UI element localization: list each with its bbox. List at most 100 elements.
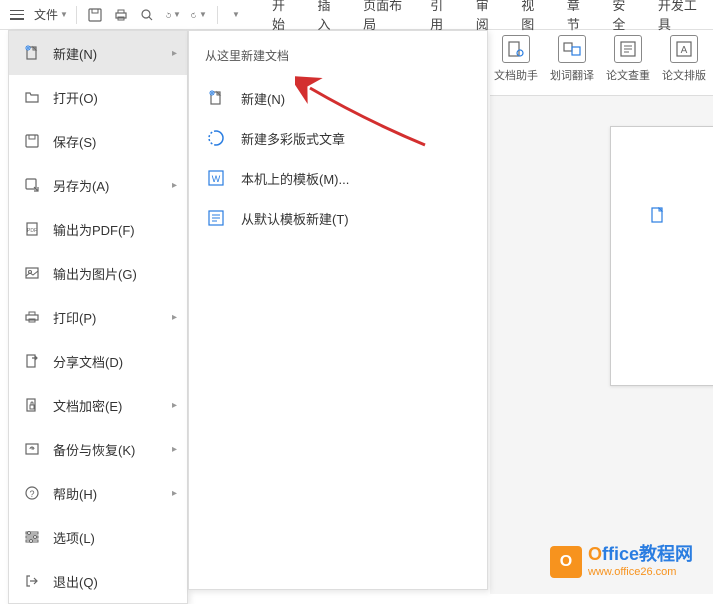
share-icon xyxy=(23,352,41,370)
menu-item-label: 分享文档(D) xyxy=(53,352,123,371)
hamburger-icon xyxy=(10,10,24,20)
svg-text:PDF: PDF xyxy=(27,228,37,234)
menu-item-new[interactable]: 新建(N) ▸ xyxy=(9,31,187,75)
encrypt-icon xyxy=(23,396,41,414)
submenu-item-new[interactable]: 新建(N) xyxy=(189,78,487,118)
menu-toggle[interactable] xyxy=(4,6,30,24)
tool-label: 论文排版 xyxy=(662,67,706,83)
template-icon: W xyxy=(205,167,227,189)
menu-item-share[interactable]: 分享文档(D) xyxy=(9,339,187,383)
redo-icon[interactable]: ▼ xyxy=(191,7,207,23)
menu-item-backup[interactable]: 备份与恢复(K) ▸ xyxy=(9,427,187,471)
save-icon[interactable] xyxy=(87,7,103,23)
svg-text:A: A xyxy=(681,45,688,56)
menu-item-label: 输出为PDF(F) xyxy=(53,220,135,239)
backup-icon xyxy=(23,440,41,458)
menu-item-label: 帮助(H) xyxy=(53,484,97,503)
help-icon: ? xyxy=(23,484,41,502)
format-icon: A xyxy=(670,35,698,63)
submenu-title: 从这里新建文档 xyxy=(189,41,487,78)
menu-item-print[interactable]: 打印(P) ▸ xyxy=(9,295,187,339)
menu-item-label: 另存为(A) xyxy=(53,176,109,195)
tool-label: 划词翻译 xyxy=(550,67,594,83)
new-submenu: 从这里新建文档 新建(N) 新建多彩版式文章 W 本机上的模板(M)... 从默认模板新… xyxy=(188,30,488,590)
chevron-down-icon: ▼ xyxy=(60,10,68,19)
chevron-down-icon: ▼ xyxy=(199,10,207,19)
preview-icon[interactable] xyxy=(139,7,155,23)
print-icon[interactable] xyxy=(113,7,129,23)
submenu-item-label: 新建多彩版式文章 xyxy=(241,129,345,148)
chevron-down-icon: ▼ xyxy=(173,10,181,19)
chevron-right-icon: ▸ xyxy=(172,180,177,191)
saveas-icon xyxy=(23,176,41,194)
overflow-icon[interactable]: ▼ xyxy=(228,7,244,23)
submenu-item-label: 新建(N) xyxy=(241,89,285,108)
document-area xyxy=(490,95,713,594)
watermark-url: www.office26.com xyxy=(588,566,693,579)
image-icon xyxy=(23,264,41,282)
submenu-item-label: 从默认模板新建(T) xyxy=(241,209,349,228)
menu-item-save[interactable]: 保存(S) xyxy=(9,119,187,163)
divider xyxy=(76,6,77,24)
chevron-right-icon: ▸ xyxy=(172,488,177,499)
watermark: O Office教程网 www.office26.com xyxy=(550,544,693,579)
tab-view[interactable]: 视图 xyxy=(519,0,545,39)
menu-item-label: 文档加密(E) xyxy=(53,396,122,415)
tool-doc-assistant[interactable]: 文档助手 xyxy=(492,35,540,83)
menu-item-help[interactable]: ? 帮助(H) ▸ xyxy=(9,471,187,515)
tool-label: 论文查重 xyxy=(606,67,650,83)
tool-check[interactable]: 论文查重 xyxy=(604,35,652,83)
chevron-right-icon: ▸ xyxy=(172,312,177,323)
pdf-icon: PDF xyxy=(23,220,41,238)
menu-item-label: 退出(Q) xyxy=(53,572,98,591)
menu-item-label: 保存(S) xyxy=(53,132,96,151)
menu-item-open[interactable]: 打开(O) xyxy=(9,75,187,119)
chevron-right-icon: ▸ xyxy=(172,400,177,411)
tab-security[interactable]: 安全 xyxy=(610,0,636,39)
svg-text:?: ? xyxy=(29,489,34,499)
file-menu: 新建(N) ▸ 打开(O) 保存(S) 另存为(A) ▸ PDF 输出为PDF(F) 输出为图片… xyxy=(8,30,188,604)
chevron-right-icon: ▸ xyxy=(172,48,177,59)
translate-icon xyxy=(558,35,586,63)
menu-item-label: 选项(L) xyxy=(53,528,95,547)
menu-item-label: 打印(P) xyxy=(53,308,96,327)
print-icon xyxy=(23,308,41,326)
ribbon-tools: 文档助手 划词翻译 论文查重 A 论文排版 xyxy=(492,35,708,83)
svg-text:W: W xyxy=(212,174,221,184)
menu-item-options[interactable]: 选项(L) xyxy=(9,515,187,559)
tool-format[interactable]: A 论文排版 xyxy=(660,35,708,83)
new-icon xyxy=(23,44,41,62)
watermark-title: Office教程网 xyxy=(588,544,693,566)
tab-developer[interactable]: 开发工具 xyxy=(656,0,703,39)
default-template-icon xyxy=(205,207,227,229)
menu-item-encrypt[interactable]: 文档加密(E) ▸ xyxy=(9,383,187,427)
chevron-right-icon: ▸ xyxy=(172,444,177,455)
menu-item-label: 新建(N) xyxy=(53,44,97,63)
file-menu-button[interactable]: 文件 ▼ xyxy=(32,2,70,27)
menu-item-exit[interactable]: 退出(Q) xyxy=(9,559,187,603)
chevron-down-icon: ▼ xyxy=(232,10,240,19)
submenu-item-template[interactable]: W 本机上的模板(M)... xyxy=(189,158,487,198)
menu-item-label: 备份与恢复(K) xyxy=(53,440,135,459)
menu-item-saveas[interactable]: 另存为(A) ▸ xyxy=(9,163,187,207)
menu-item-label: 打开(O) xyxy=(53,88,98,107)
new-icon xyxy=(205,87,227,109)
submenu-item-colorful[interactable]: 新建多彩版式文章 xyxy=(189,118,487,158)
undo-icon[interactable]: ▼ xyxy=(165,7,181,23)
divider xyxy=(217,6,218,24)
page-icon xyxy=(651,207,667,223)
watermark-logo: O xyxy=(550,546,582,578)
tool-translate[interactable]: 划词翻译 xyxy=(548,35,596,83)
document-page[interactable] xyxy=(610,126,713,386)
ribbon-tabs: 开始 插入 页面布局 引用 审阅 视图 章节 安全 开发工具 xyxy=(260,0,713,28)
doc-assistant-icon xyxy=(502,35,530,63)
tab-chapter[interactable]: 章节 xyxy=(565,0,591,39)
colorful-icon xyxy=(205,127,227,149)
check-icon xyxy=(614,35,642,63)
submenu-item-default-template[interactable]: 从默认模板新建(T) xyxy=(189,198,487,238)
save-icon xyxy=(23,132,41,150)
submenu-item-label: 本机上的模板(M)... xyxy=(241,169,349,188)
options-icon xyxy=(23,528,41,546)
menu-item-pdf[interactable]: PDF 输出为PDF(F) xyxy=(9,207,187,251)
menu-item-image[interactable]: 输出为图片(G) xyxy=(9,251,187,295)
